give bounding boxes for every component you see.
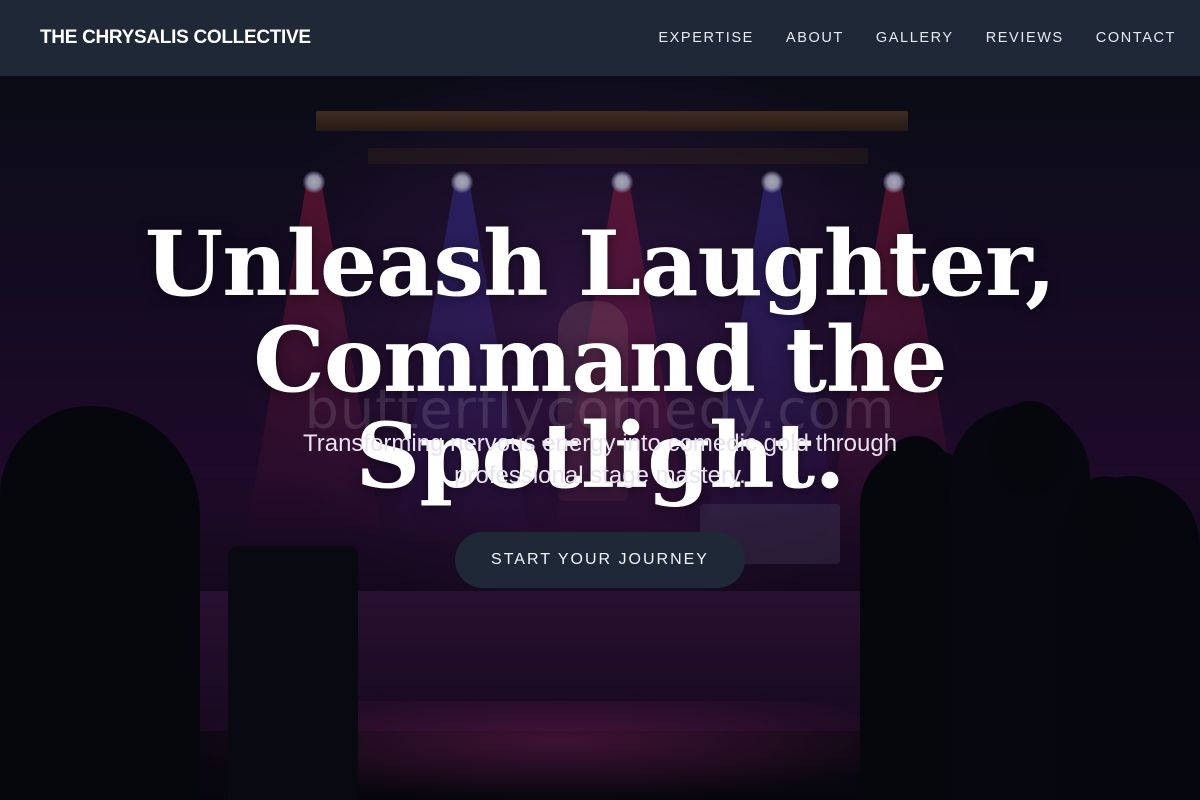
- nav-link-about[interactable]: ABOUT: [786, 30, 844, 46]
- hero-subtitle: Transforming nervous energy into comedic…: [302, 430, 898, 489]
- nav-link-reviews[interactable]: REVIEWS: [986, 30, 1064, 46]
- brand-logo[interactable]: THE CHRYSALIS COLLECTIVE: [40, 27, 311, 49]
- nav-links: EXPERTISE ABOUT GALLERY REVIEWS CONTACT: [626, 30, 1176, 46]
- start-journey-button[interactable]: START YOUR JOURNEY: [455, 532, 745, 588]
- hero-section: butterflycomedy.com Unleash Laughter, Co…: [0, 76, 1200, 800]
- headline-line-1: Unleash Laughter,: [144, 211, 1057, 317]
- nav-link-contact[interactable]: CONTACT: [1096, 30, 1176, 46]
- nav-link-expertise[interactable]: EXPERTISE: [658, 30, 754, 46]
- nav-link-gallery[interactable]: GALLERY: [876, 30, 954, 46]
- top-navbar: THE CHRYSALIS COLLECTIVE EXPERTISE ABOUT…: [0, 0, 1200, 76]
